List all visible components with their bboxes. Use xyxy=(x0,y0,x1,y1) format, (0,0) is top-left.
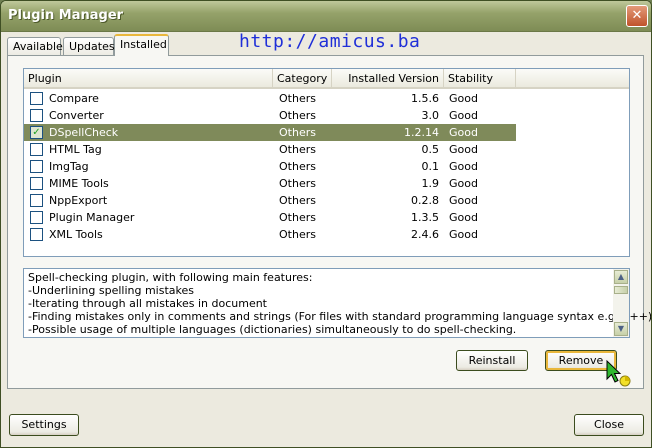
checkbox-icon[interactable] xyxy=(30,160,43,173)
description-line: -Iterating through all mistakes in docum… xyxy=(28,297,267,310)
pointer-busy-cursor-icon xyxy=(606,359,631,387)
tab-updates[interactable]: Updates xyxy=(63,37,115,55)
tab-label: Updates xyxy=(69,40,115,53)
scroll-thumb[interactable] xyxy=(614,286,628,294)
table-row[interactable]: NppExport Others 0.2.8 Good xyxy=(24,192,516,209)
window-title: Plugin Manager xyxy=(8,8,124,23)
plugin-version-cell: 1.3.5 xyxy=(411,211,439,224)
plugin-manager-window: Plugin Manager ✕ Available Updates Insta… xyxy=(0,0,652,448)
plugin-stability-cell: Good xyxy=(449,177,478,190)
plugin-category-cell: Others xyxy=(279,228,316,241)
plugin-category-cell: Others xyxy=(279,160,316,173)
checkbox-icon[interactable] xyxy=(30,211,43,224)
plugin-version-cell: 1.5.6 xyxy=(411,92,439,105)
plugin-name-cell: XML Tools xyxy=(49,228,103,241)
scroll-down-icon[interactable]: ▼ xyxy=(614,322,628,336)
table-row[interactable]: MIME Tools Others 1.9 Good xyxy=(24,175,516,192)
description-line: -Possible usage of multiple languages (d… xyxy=(28,323,517,336)
plugin-stability-cell: Good xyxy=(449,109,478,122)
scroll-up-icon[interactable]: ▲ xyxy=(614,270,628,284)
description-line: -Underlining spelling mistakes xyxy=(28,284,194,297)
tab-label: Installed xyxy=(120,38,167,51)
plugin-name-cell: Compare xyxy=(49,92,99,105)
reinstall-button[interactable]: Reinstall xyxy=(456,350,528,371)
table-row[interactable]: ImgTag Others 0.1 Good xyxy=(24,158,516,175)
table-row[interactable]: Compare Others 1.5.6 Good xyxy=(24,90,516,107)
plugin-name-cell: Converter xyxy=(49,109,104,122)
plugin-list[interactable]: Plugin Category Installed Version Stabil… xyxy=(23,68,630,257)
settings-button[interactable]: Settings xyxy=(9,414,79,436)
plugin-name-cell: DSpellCheck xyxy=(49,126,119,139)
plugin-category-cell: Others xyxy=(279,211,316,224)
list-header: Plugin Category Installed Version Stabil… xyxy=(24,69,629,89)
plugin-version-cell: 0.1 xyxy=(421,160,440,173)
tab-label: Available xyxy=(13,40,63,53)
plugin-name-cell: ImgTag xyxy=(49,160,89,173)
plugin-name-cell: Plugin Manager xyxy=(49,211,135,224)
plugin-category-cell: Others xyxy=(279,177,316,190)
column-header-filler xyxy=(516,69,629,89)
checkbox-icon[interactable] xyxy=(30,109,43,122)
plugin-category-cell: Others xyxy=(279,109,316,122)
plugin-stability-cell: Good xyxy=(449,194,478,207)
plugin-category-cell: Others xyxy=(279,126,316,139)
close-icon[interactable]: ✕ xyxy=(626,5,648,27)
plugin-version-cell: 0.2.8 xyxy=(411,194,439,207)
tab-available[interactable]: Available xyxy=(7,37,63,55)
description-line: Spell-checking plugin, with following ma… xyxy=(28,271,313,284)
plugin-stability-cell: Good xyxy=(449,160,478,173)
plugin-version-cell: 3.0 xyxy=(421,109,440,122)
column-header-stability[interactable]: Stability xyxy=(444,69,516,89)
plugin-stability-cell: Good xyxy=(449,126,478,139)
plugin-category-cell: Others xyxy=(279,194,316,207)
close-button[interactable]: Close xyxy=(574,414,644,436)
plugin-version-cell: 1.9 xyxy=(421,177,440,190)
plugin-name-cell: HTML Tag xyxy=(49,143,102,156)
description-scrollbar[interactable]: ▲ ▼ xyxy=(613,269,629,337)
checkbox-icon[interactable] xyxy=(30,143,43,156)
watermark-url: http://amicus.ba xyxy=(239,31,421,52)
installed-tab-panel: Plugin Category Installed Version Stabil… xyxy=(7,55,651,389)
plugin-name-cell: MIME Tools xyxy=(49,177,109,190)
table-row[interactable]: Converter Others 3.0 Good xyxy=(24,107,516,124)
plugin-description[interactable]: Spell-checking plugin, with following ma… xyxy=(23,268,651,338)
checkbox-icon[interactable] xyxy=(30,228,43,241)
plugin-version-cell: 2.4.6 xyxy=(411,228,439,241)
column-header-category[interactable]: Category xyxy=(273,69,332,89)
plugin-stability-cell: Good xyxy=(449,143,478,156)
plugin-name-cell: NppExport xyxy=(49,194,108,207)
checkbox-icon[interactable] xyxy=(30,194,43,207)
checkbox-icon[interactable] xyxy=(30,92,43,105)
table-row[interactable]: Plugin Manager Others 1.3.5 Good xyxy=(24,209,516,226)
plugin-stability-cell: Good xyxy=(449,228,478,241)
plugin-version-cell: 0.5 xyxy=(421,143,440,156)
plugin-category-cell: Others xyxy=(279,92,316,105)
checkbox-icon[interactable] xyxy=(30,177,43,190)
column-header-installed-version[interactable]: Installed Version xyxy=(332,69,444,89)
column-header-plugin[interactable]: Plugin xyxy=(24,69,273,89)
table-row[interactable]: XML Tools Others 2.4.6 Good xyxy=(24,226,516,243)
tab-installed[interactable]: Installed xyxy=(114,34,169,56)
plugin-category-cell: Others xyxy=(279,143,316,156)
plugin-stability-cell: Good xyxy=(449,92,478,105)
table-row[interactable]: HTML Tag Others 0.5 Good xyxy=(24,141,516,158)
description-line: -Finding mistakes only in comments and s… xyxy=(28,310,652,323)
plugin-stability-cell: Good xyxy=(449,211,478,224)
plugin-version-cell: 1.2.14 xyxy=(404,126,439,139)
table-row[interactable]: ✓ DSpellCheck Others 1.2.14 Good xyxy=(24,124,516,141)
title-bar[interactable]: Plugin Manager ✕ xyxy=(1,1,651,32)
checkbox-icon[interactable]: ✓ xyxy=(30,126,43,139)
